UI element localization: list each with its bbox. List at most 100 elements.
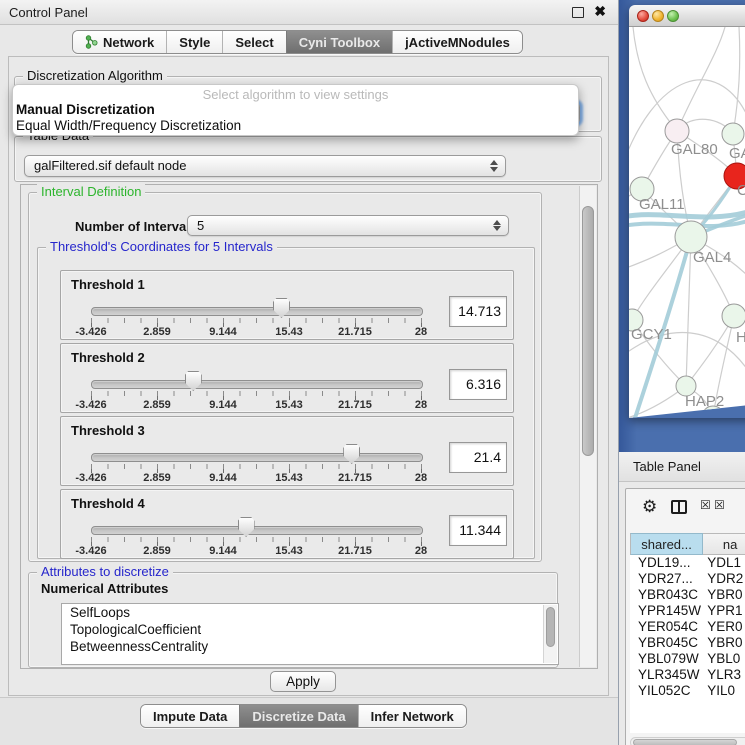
number-of-intervals-combobox[interactable]: 5 [187, 215, 509, 236]
tab-select[interactable]: Select [222, 31, 285, 53]
control-panel-title: Control Panel [9, 5, 88, 20]
threshold-value-field[interactable]: 11.344 [449, 515, 507, 546]
table-row[interactable]: YBR043CYBR0 [630, 587, 745, 603]
slider-track[interactable] [91, 453, 423, 462]
numerical-attributes-list[interactable]: SelfLoopsTopologicalCoefficientBetweenne… [61, 603, 559, 665]
network-node[interactable] [665, 119, 689, 143]
popup-option-equal-width-frequency[interactable]: Equal Width/Frequency Discretization [16, 118, 241, 133]
table-cell: YER0 [703, 619, 745, 635]
tab-discretize-data[interactable]: Discretize Data [239, 705, 357, 727]
tick-label: 28 [415, 472, 427, 484]
scrollbar-thumb[interactable] [546, 607, 555, 647]
threshold-value-field[interactable]: 14.713 [449, 296, 507, 327]
scrollbar-thumb[interactable] [633, 739, 737, 745]
tab-label: Style [179, 35, 210, 50]
table-cell: YLR345W [630, 667, 703, 683]
threshold-row-1: Threshold 1-3.4262.8599.14415.4321.71528… [60, 270, 514, 340]
network-node-label: GCY1 [631, 326, 672, 343]
interval-definition-title: Interval Definition [37, 184, 145, 199]
checkbox-checked-icon[interactable]: ☒ [700, 498, 711, 512]
column-header-shared[interactable]: shared... [630, 533, 703, 555]
table-panel-titlebar: Table Panel [619, 452, 745, 482]
tab-jactivemnodules[interactable]: jActiveMNodules [392, 31, 522, 53]
network-node[interactable] [722, 304, 745, 328]
tick-label: 28 [415, 545, 427, 557]
network-node[interactable] [722, 123, 744, 145]
discretization-algorithm-title: Discretization Algorithm [23, 68, 167, 83]
table-row[interactable]: YLR345WYLR3 [630, 667, 745, 683]
attributes-scrollbar[interactable] [543, 605, 557, 663]
tick-label: 2.859 [143, 326, 171, 338]
right-region: GAL80GALCGAL11GAL4GCY1HHAP2 Table Panel … [618, 0, 745, 745]
slider-tick-labels: -3.4262.8599.14415.4321.71528 [91, 472, 422, 485]
close-icon[interactable]: ✖ [594, 3, 606, 20]
tick-label: 15.43 [275, 326, 303, 338]
column-header-na[interactable]: na [703, 533, 745, 555]
window-float-icon[interactable] [572, 7, 584, 18]
table-row[interactable]: YDL19...YDL1 [630, 555, 745, 571]
slider-track[interactable] [91, 307, 423, 316]
network-edge [677, 27, 725, 131]
threshold-value-field[interactable]: 6.316 [449, 369, 507, 400]
table-row[interactable]: YER054CYER0 [630, 619, 745, 635]
table-data-value: galFiltered.sif default node [34, 158, 186, 173]
table-cell: YDL1 [703, 555, 745, 571]
network-node-label: GAL4 [693, 249, 731, 266]
table-row[interactable]: YDR27...YDR2 [630, 571, 745, 587]
slider-tick-labels: -3.4262.8599.14415.4321.71528 [91, 399, 422, 412]
control-panel-titlebar: Control Panel ✖ [0, 0, 618, 25]
attribute-items: SelfLoopsTopologicalCoefficientBetweenne… [62, 604, 558, 655]
scrollbar-thumb[interactable] [582, 206, 594, 456]
table-cell: YBR0 [703, 587, 745, 603]
checkbox-checked-icon[interactable]: ☒ [714, 498, 725, 512]
tab-network[interactable]: Network [73, 31, 166, 53]
table-cell: YER054C [630, 619, 703, 635]
tick-label: 15.43 [275, 545, 303, 557]
close-traffic-light-icon[interactable] [637, 10, 649, 22]
slider-track[interactable] [91, 526, 423, 535]
thresholds-group-title: Threshold's Coordinates for 5 Intervals [46, 239, 277, 254]
tab-cyni-toolbox[interactable]: Cyni Toolbox [286, 31, 392, 53]
tab-label: Impute Data [153, 709, 227, 724]
attribute-item-topologicalcoefficient[interactable]: TopologicalCoefficient [62, 621, 558, 638]
tab-label: Select [235, 35, 273, 50]
popup-option-manual-discretization[interactable]: Manual Discretization [16, 102, 155, 117]
network-canvas[interactable]: GAL80GALCGAL11GAL4GCY1HHAP2 [629, 27, 745, 418]
apply-button[interactable]: Apply [270, 671, 336, 692]
tick-label: 21.715 [338, 545, 372, 557]
bottom-tab-strip: Impute Data Discretize DataInfer Network [0, 697, 618, 745]
interval-definition-group: Interval Definition Number of Intervals … [28, 192, 542, 562]
table-row[interactable]: YPR145WYPR1 [630, 603, 745, 619]
table-data-combobox[interactable]: galFiltered.sif default node [24, 155, 506, 177]
horizontal-scrollbar[interactable] [630, 737, 745, 745]
control-panel: Control Panel ✖ Network Style Select Cyni T… [0, 0, 618, 745]
table-row[interactable]: YBR045CYBR0 [630, 635, 745, 651]
network-node-label: H [736, 329, 745, 346]
attributes-group: Attributes to discretize Numerical Attri… [28, 572, 558, 668]
tab-style[interactable]: Style [166, 31, 222, 53]
table-cell: YIL052C [630, 683, 703, 699]
table-row[interactable]: YBL079WYBL0 [630, 651, 745, 667]
threshold-value-field[interactable]: 21.4 [449, 442, 507, 473]
attribute-item-selfloops[interactable]: SelfLoops [62, 604, 558, 621]
control-panel-tab-bar: Network Style Select Cyni ToolboxjActiveMNo… [72, 30, 523, 54]
table-row[interactable]: YIL052CYIL0 [630, 683, 745, 699]
gear-icon[interactable]: ⚙ [642, 497, 657, 517]
zoom-traffic-light-icon[interactable] [667, 10, 679, 22]
tick-label: 21.715 [338, 472, 372, 484]
tab-impute-data[interactable]: Impute Data [141, 705, 239, 727]
vertical-scrollbar[interactable] [579, 186, 596, 667]
table-cell: YPR145W [630, 603, 703, 619]
table-cell: YBR045C [630, 635, 703, 651]
attribute-item-betweennesscentrality[interactable]: BetweennessCentrality [62, 638, 558, 655]
network-node-label: GAL80 [671, 141, 718, 158]
tab-infer-network[interactable]: Infer Network [358, 705, 466, 727]
columns-icon[interactable] [671, 500, 687, 514]
slider-track[interactable] [91, 380, 423, 389]
popup-placeholder: Select algorithm to view settings [13, 87, 578, 102]
table-cell: YBR043C [630, 587, 703, 603]
tick-label: -3.426 [75, 472, 106, 484]
table-cell: YDR2 [703, 571, 745, 587]
tick-label: 2.859 [143, 472, 171, 484]
minimize-traffic-light-icon[interactable] [652, 10, 664, 22]
